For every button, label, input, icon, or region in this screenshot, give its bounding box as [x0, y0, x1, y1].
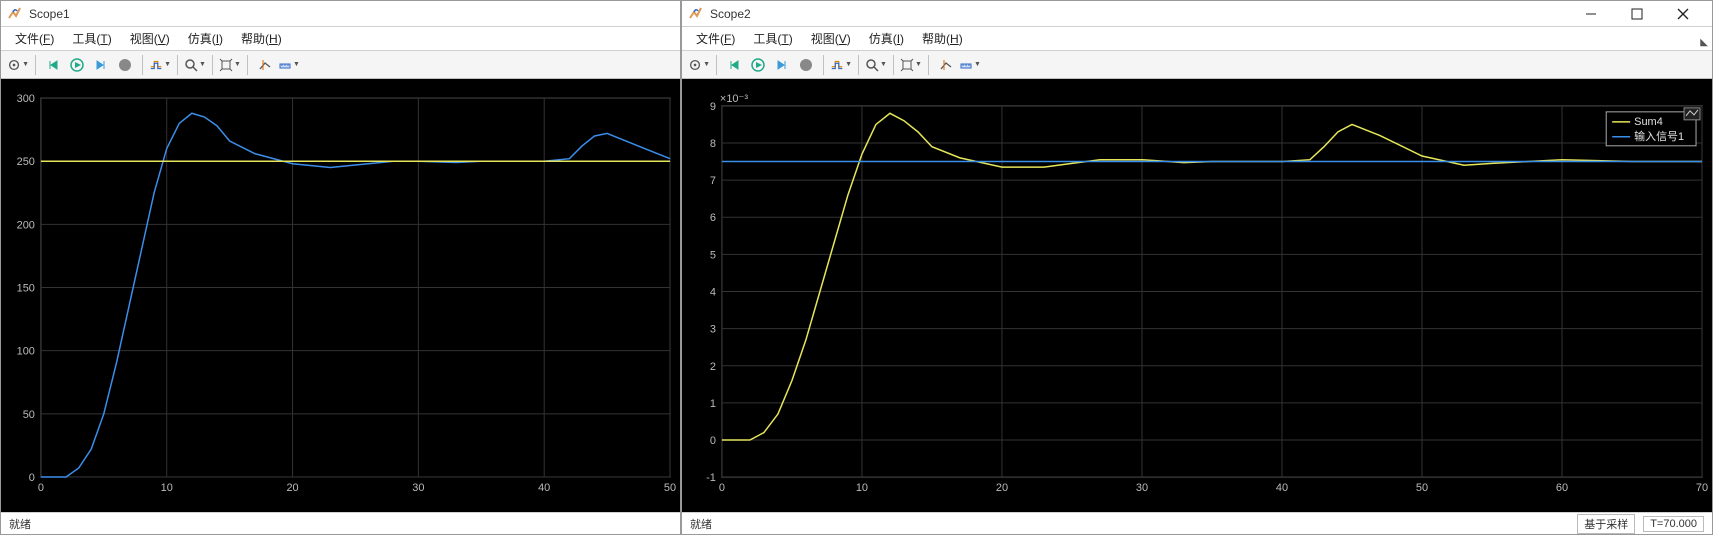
triggers-button[interactable]: ▼	[149, 54, 171, 76]
menu-help[interactable]: 帮助(H)	[922, 30, 963, 47]
config-button[interactable]: ▼	[7, 54, 29, 76]
svg-text:9: 9	[710, 101, 716, 113]
svg-text:50: 50	[23, 409, 35, 421]
svg-text:6: 6	[710, 212, 716, 224]
step-back-button[interactable]	[42, 54, 64, 76]
svg-text:0: 0	[710, 435, 716, 447]
svg-text:20: 20	[286, 482, 298, 494]
menu-view[interactable]: 视图(V)	[130, 30, 170, 47]
matlab-logo-icon	[688, 6, 704, 22]
svg-text:30: 30	[412, 482, 424, 494]
triggers-button[interactable]: ▼	[830, 54, 852, 76]
svg-text:8: 8	[710, 138, 716, 150]
scope2-toolbar: ▼ ▼ ▼ ▼ ▼	[682, 51, 1712, 79]
menu-help[interactable]: 帮助(H)	[241, 30, 282, 47]
stop-button[interactable]	[795, 54, 817, 76]
scope1-plot[interactable]: 0 10 20 30 40 50 0 50 100 150 200 250 300	[1, 79, 680, 512]
menu-sim[interactable]: 仿真(I)	[188, 30, 223, 47]
svg-text:0: 0	[29, 472, 35, 484]
status-ready: 就绪	[9, 516, 31, 532]
svg-text:60: 60	[1556, 482, 1568, 494]
scope2-window: Scope2 文件(F) 工具(T) 视图(V) 仿真(I) 帮助(H) ◣ ▼…	[681, 0, 1713, 535]
play-button[interactable]	[747, 54, 769, 76]
scope2-plot[interactable]: 010203040506070-10123456789×10⁻³Sum4输入信号…	[682, 79, 1712, 512]
scope1-window: Scope1 文件(F) 工具(T) 视图(V) 仿真(I) 帮助(H) ▼ ▼…	[0, 0, 681, 535]
close-button[interactable]	[1660, 1, 1706, 27]
svg-text:-1: -1	[706, 472, 716, 484]
svg-text:输入信号1: 输入信号1	[1634, 129, 1684, 143]
dock-corner-icon[interactable]: ◣	[1700, 37, 1708, 48]
svg-text:300: 300	[17, 93, 35, 105]
maximize-button[interactable]	[1614, 1, 1660, 27]
svg-text:0: 0	[719, 482, 725, 494]
menu-view[interactable]: 视图(V)	[811, 30, 851, 47]
svg-text:5: 5	[710, 249, 716, 261]
svg-text:100: 100	[17, 346, 35, 358]
svg-text:150: 150	[17, 283, 35, 295]
svg-text:70: 70	[1696, 482, 1708, 494]
cursor-button[interactable]	[254, 54, 276, 76]
measure-button[interactable]: ▼	[959, 54, 981, 76]
minimize-button[interactable]	[1568, 1, 1614, 27]
scope1-menubar: 文件(F) 工具(T) 视图(V) 仿真(I) 帮助(H)	[1, 27, 680, 51]
scope1-title: Scope1	[29, 7, 70, 21]
step-back-button[interactable]	[723, 54, 745, 76]
svg-text:40: 40	[1276, 482, 1288, 494]
scope1-toolbar: ▼ ▼ ▼ ▼ ▼	[1, 51, 680, 79]
play-button[interactable]	[66, 54, 88, 76]
scope1-titlebar[interactable]: Scope1	[1, 1, 680, 27]
scope2-statusbar: 就绪 基于采样 T=70.000	[682, 512, 1712, 534]
step-fwd-button[interactable]	[90, 54, 112, 76]
autoscale-button[interactable]: ▼	[219, 54, 241, 76]
svg-text:20: 20	[996, 482, 1008, 494]
svg-text:4: 4	[710, 287, 716, 299]
svg-text:Sum4: Sum4	[1634, 116, 1663, 128]
menu-tools[interactable]: 工具(T)	[753, 30, 792, 47]
step-fwd-button[interactable]	[771, 54, 793, 76]
status-ready: 就绪	[690, 516, 712, 532]
svg-text:×10⁻³: ×10⁻³	[720, 93, 748, 105]
menu-sim[interactable]: 仿真(I)	[869, 30, 904, 47]
scope2-titlebar[interactable]: Scope2	[682, 1, 1712, 27]
svg-text:40: 40	[538, 482, 550, 494]
measure-button[interactable]: ▼	[278, 54, 300, 76]
svg-text:1: 1	[710, 398, 716, 410]
svg-text:3: 3	[710, 324, 716, 336]
autoscale-button[interactable]: ▼	[900, 54, 922, 76]
status-sampling-label: 基于采样	[1577, 514, 1635, 534]
status-time: T=70.000	[1643, 516, 1704, 532]
matlab-logo-icon	[7, 6, 23, 22]
svg-text:50: 50	[1416, 482, 1428, 494]
svg-text:10: 10	[161, 482, 173, 494]
menu-file[interactable]: 文件(F)	[696, 30, 735, 47]
scope1-statusbar: 就绪	[1, 512, 680, 534]
menu-file[interactable]: 文件(F)	[15, 30, 54, 47]
scope2-title: Scope2	[710, 7, 751, 21]
svg-text:250: 250	[17, 156, 35, 168]
svg-text:2: 2	[710, 361, 716, 373]
menu-tools[interactable]: 工具(T)	[72, 30, 111, 47]
stop-button[interactable]	[114, 54, 136, 76]
scope2-menubar: 文件(F) 工具(T) 视图(V) 仿真(I) 帮助(H) ◣	[682, 27, 1712, 51]
svg-text:200: 200	[17, 219, 35, 231]
svg-text:30: 30	[1136, 482, 1148, 494]
cursor-button[interactable]	[935, 54, 957, 76]
svg-text:50: 50	[664, 482, 676, 494]
svg-text:0: 0	[38, 482, 44, 494]
svg-text:7: 7	[710, 175, 716, 187]
zoom-button[interactable]: ▼	[865, 54, 887, 76]
zoom-button[interactable]: ▼	[184, 54, 206, 76]
svg-text:10: 10	[856, 482, 868, 494]
config-button[interactable]: ▼	[688, 54, 710, 76]
